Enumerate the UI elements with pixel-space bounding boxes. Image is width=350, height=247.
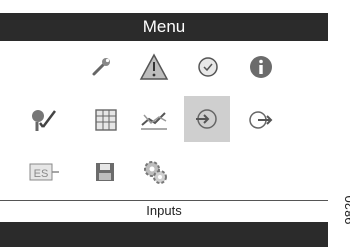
save-disk-icon[interactable] [92,159,118,185]
figure-code: 9820 2573D [342,195,350,225]
menu-title: Menu [142,17,186,36]
svg-text:ES: ES [34,168,49,180]
inputs-icon[interactable] [184,96,230,142]
controller-screen: Menu ES Inputs [0,0,328,247]
data-grid-icon[interactable] [92,106,120,134]
wrench-icon[interactable] [88,52,116,80]
trend-chart-icon[interactable] [138,106,170,134]
selected-item-label: Inputs [146,203,182,218]
es-icon[interactable]: ES [28,159,62,185]
warning-triangle-icon[interactable] [138,52,170,82]
clock-icon[interactable] [195,54,221,80]
menu-title-bar: Menu [0,13,328,41]
menu-icon-grid: ES [0,46,328,198]
outputs-icon[interactable] [246,106,274,134]
info-icon[interactable] [246,52,276,82]
gears-icon[interactable] [140,157,170,187]
check-wrench-icon[interactable] [28,106,60,136]
bottom-bar [0,222,328,247]
